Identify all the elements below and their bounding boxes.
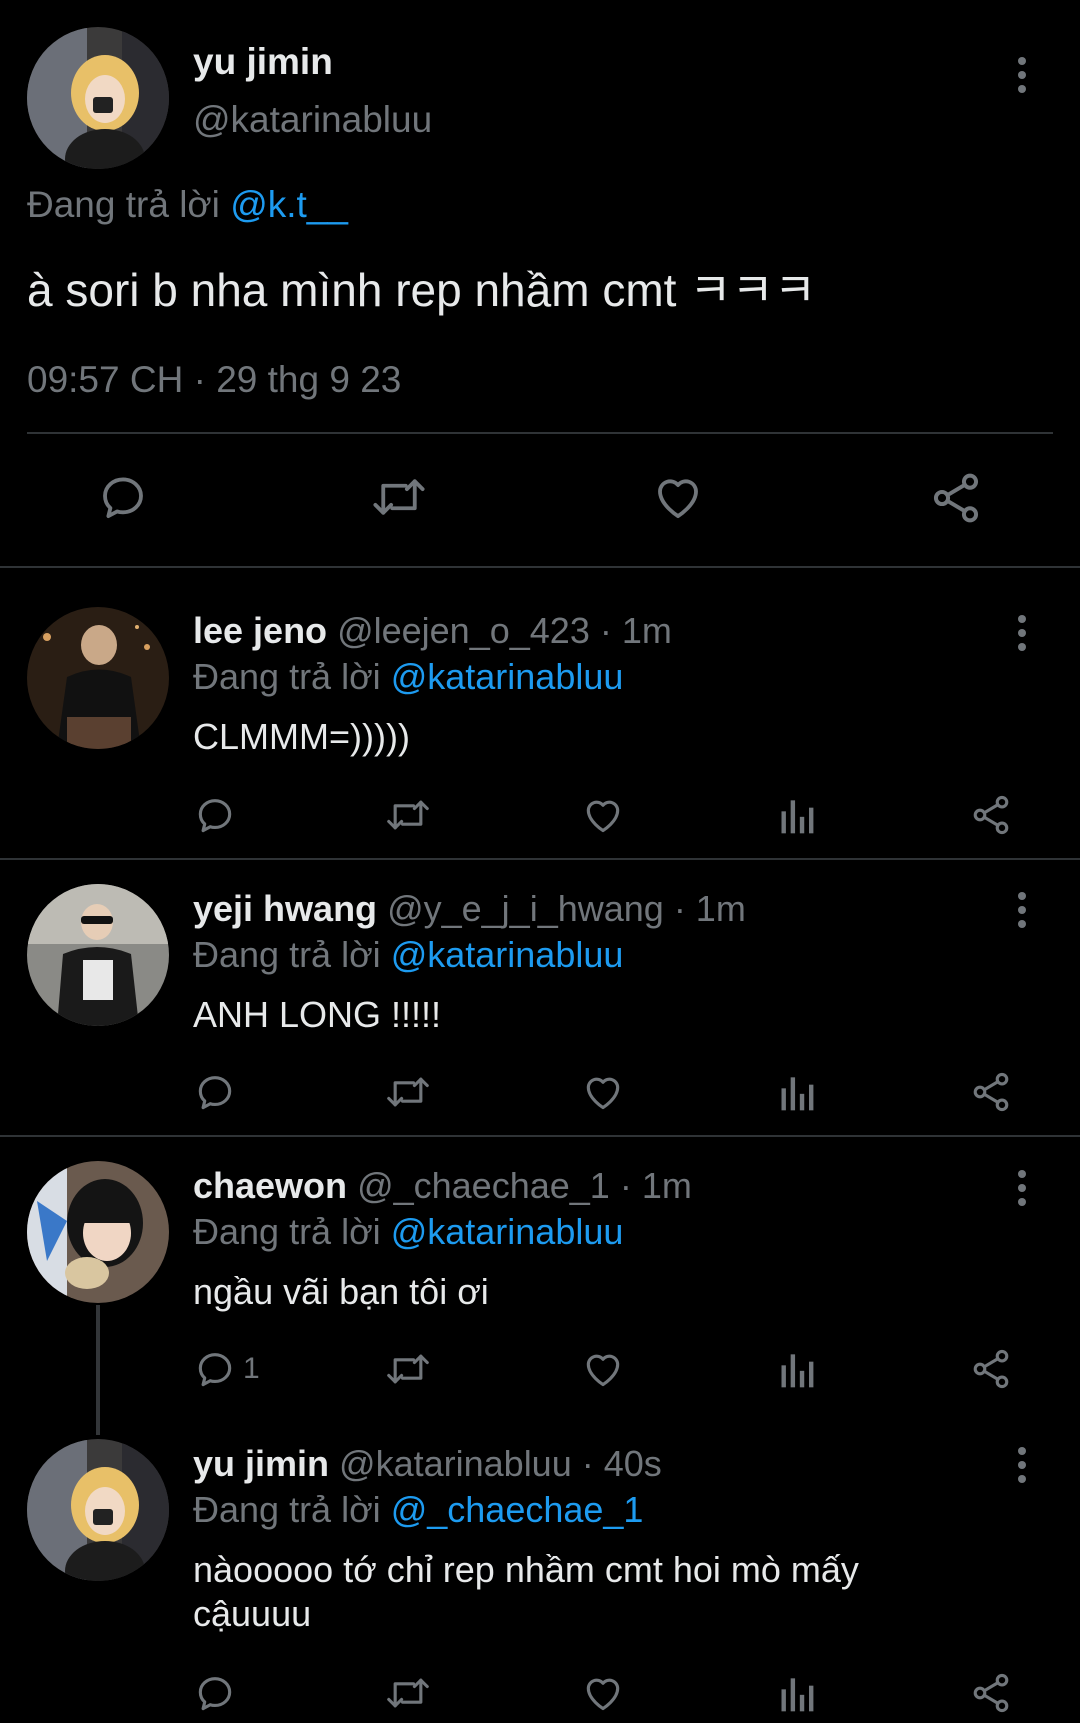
replying-to-handle[interactable]: @katarinabluu [391,656,624,697]
author-handle[interactable]: @katarinabluu [193,98,432,142]
replying-prefix: Đang trả lời [193,1489,381,1530]
reply-time[interactable]: · 1m [600,610,672,651]
share-icon[interactable] [969,1663,1013,1723]
reply-author-handle[interactable]: @_chaechae_1 [357,1165,610,1206]
like-icon[interactable] [580,785,626,845]
reply-action-row: 1 [193,1339,1018,1399]
tweet-text: à sori b nha mình rep nhầm cmt ㅋㅋㅋ [27,264,817,316]
thread-connector-line [96,1305,100,1435]
retweet-icon[interactable] [383,785,433,845]
share-icon[interactable] [969,785,1013,845]
reply-header: yu jimin @katarinabluu · 40s [193,1442,662,1486]
reply-icon[interactable] [193,785,243,845]
reply-author-name[interactable]: chaewon [193,1165,347,1206]
reply-replying-to: Đang trả lời @_chaechae_1 [193,1488,643,1532]
reply-replying-to: Đang trả lời @katarinabluu [193,655,623,699]
more-options-icon[interactable] [1010,1168,1034,1208]
replying-prefix: Đang trả lời [193,934,381,975]
views-icon[interactable] [778,1663,818,1723]
reply-author-handle[interactable]: @leejen_o_423 [337,610,590,651]
views-icon[interactable] [778,1062,818,1122]
replying-prefix: Đang trả lời [193,656,381,697]
author-avatar[interactable] [27,27,169,169]
reply-replying-to: Đang trả lời @katarinabluu [193,1210,623,1254]
section-divider [0,1135,1080,1137]
reply-action-row [193,1663,1018,1723]
reply-author-name[interactable]: lee jeno [193,610,327,651]
reply-icon[interactable] [193,1663,243,1723]
retweet-icon[interactable] [383,1339,433,1399]
replying-to-handle[interactable]: @k.t__ [230,184,348,225]
reply-icon[interactable] [96,470,150,524]
reply-author-handle[interactable]: @y_e_j_i_hwang [387,888,664,929]
more-options-icon[interactable] [1010,55,1034,95]
reply-icon[interactable] [193,1062,243,1122]
retweet-icon[interactable] [383,1062,433,1122]
like-icon[interactable] [580,1062,626,1122]
replying-to-handle[interactable]: @katarinabluu [391,934,624,975]
reply-header: yeji hwang @y_e_j_i_hwang · 1m [193,887,746,931]
share-icon[interactable] [928,470,984,526]
replying-to-line: Đang trả lời @k.t__ [27,183,348,227]
replying-to-handle[interactable]: @_chaechae_1 [391,1489,644,1530]
reply-icon[interactable]: 1 [193,1339,260,1399]
share-icon[interactable] [969,1339,1013,1399]
reply-header: lee jeno @leejen_o_423 · 1m [193,609,672,653]
reply-text: CLMMM=))))) [193,716,410,757]
tweet-timestamp[interactable]: 09:57 CH · 29 thg 9 23 [27,358,401,402]
main-divider-top [27,432,1053,434]
reply-text: ngầu vãi bạn tôi ơi [193,1271,489,1312]
replying-prefix: Đang trả lời [193,1211,381,1252]
retweet-icon[interactable] [383,1663,433,1723]
retweet-icon[interactable] [369,470,429,524]
reply-author-name[interactable]: yeji hwang [193,888,377,929]
replying-prefix: Đang trả lời [27,184,220,225]
reply-header: chaewon @_chaechae_1 · 1m [193,1164,692,1208]
reply-time[interactable]: · 1m [620,1165,692,1206]
section-divider [0,858,1080,860]
reply-time[interactable]: · 40s [582,1443,662,1484]
more-options-icon[interactable] [1010,1445,1034,1485]
reply-author-name[interactable]: yu jimin [193,1443,329,1484]
share-icon[interactable] [969,1062,1013,1122]
views-icon[interactable] [778,785,818,845]
like-icon[interactable] [580,1339,626,1399]
reply-count: 1 [243,1352,260,1385]
reply-avatar-leejeno[interactable] [27,607,169,749]
more-options-icon[interactable] [1010,613,1034,653]
reply-replying-to: Đang trả lời @katarinabluu [193,933,623,977]
replying-to-handle[interactable]: @katarinabluu [391,1211,624,1252]
reply-author-handle[interactable]: @katarinabluu [339,1443,572,1484]
author-name[interactable]: yu jimin [193,40,333,84]
reply-text: nàooooo tớ chỉ rep nhầm cmt hoi mò mấy c… [193,1549,859,1634]
section-divider [0,566,1080,568]
reply-avatar-yujimin[interactable] [27,1439,169,1581]
like-icon[interactable] [650,470,706,524]
more-options-icon[interactable] [1010,890,1034,930]
reply-action-row [193,1062,1018,1122]
reply-text: ANH LONG !!!!! [193,994,442,1035]
like-icon[interactable] [580,1663,626,1723]
reply-action-row [193,785,1018,845]
reply-avatar-chaewon[interactable] [27,1161,169,1303]
views-icon[interactable] [778,1339,818,1399]
reply-avatar-yejihwang[interactable] [27,884,169,1026]
reply-time[interactable]: · 1m [674,888,746,929]
